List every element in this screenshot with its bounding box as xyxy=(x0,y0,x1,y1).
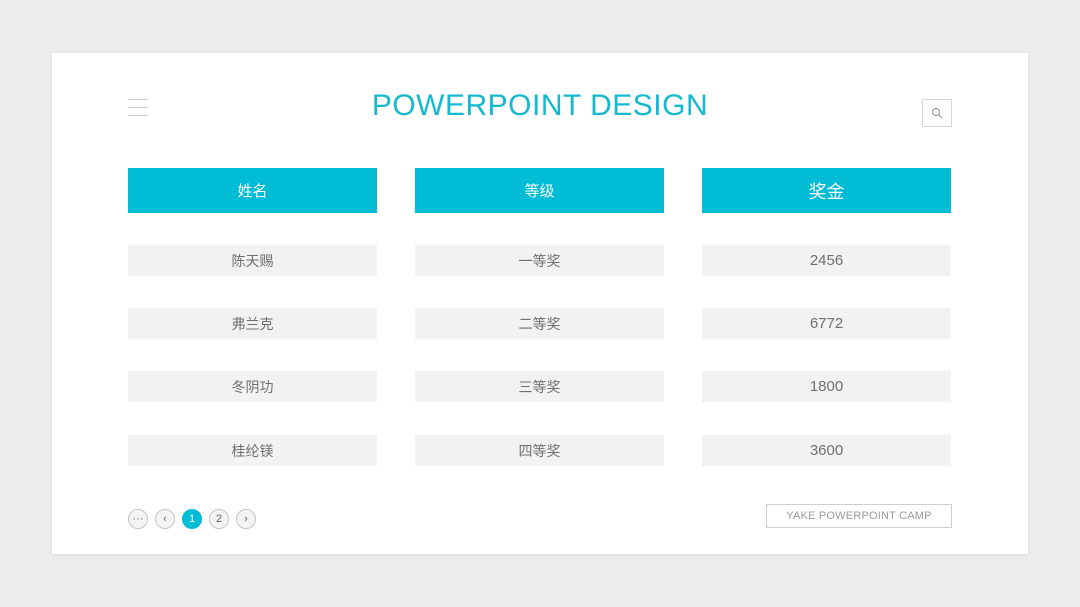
column-level: 等级 一等奖 二等奖 三等奖 四等奖 xyxy=(415,168,664,466)
table-cell: 四等奖 xyxy=(415,435,664,466)
table-cell: 桂纶镁 xyxy=(128,435,377,466)
page-title: POWERPOINT DESIGN xyxy=(371,89,709,122)
pagination-prev-button[interactable]: ‹ xyxy=(155,509,175,529)
table-cell: 3600 xyxy=(702,435,951,466)
pagination-page-1[interactable]: 1 xyxy=(182,509,202,529)
slide-card: POWERPOINT DESIGN 姓名 陈天赐 弗兰克 冬阴功 桂纶镁 等级 … xyxy=(52,53,1028,554)
column-header-name: 姓名 xyxy=(128,168,377,213)
table-cell: 二等奖 xyxy=(415,308,664,339)
pagination: ··· ‹ 1 2 › xyxy=(128,509,256,529)
search-icon xyxy=(931,107,943,119)
search-button[interactable] xyxy=(922,99,952,127)
table-cell: 冬阴功 xyxy=(128,371,377,402)
brand-label: YAKE POWERPOINT CAMP xyxy=(766,504,952,528)
pagination-page-2[interactable]: 2 xyxy=(209,509,229,529)
table-cell: 三等奖 xyxy=(415,371,664,402)
column-name: 姓名 陈天赐 弗兰克 冬阴功 桂纶镁 xyxy=(128,168,377,466)
column-header-bonus: 奖金 xyxy=(702,168,951,213)
table-cell: 1800 xyxy=(702,371,951,402)
table-cell: 陈天赐 xyxy=(128,245,377,276)
table-cell: 弗兰克 xyxy=(128,308,377,339)
table-cell: 一等奖 xyxy=(415,245,664,276)
pagination-more-button[interactable]: ··· xyxy=(128,509,148,529)
column-bonus: 奖金 2456 6772 1800 3600 xyxy=(702,168,951,466)
column-header-level: 等级 xyxy=(415,168,664,213)
table-cell: 6772 xyxy=(702,308,951,339)
table-cell: 2456 xyxy=(702,245,951,276)
pagination-next-button[interactable]: › xyxy=(236,509,256,529)
